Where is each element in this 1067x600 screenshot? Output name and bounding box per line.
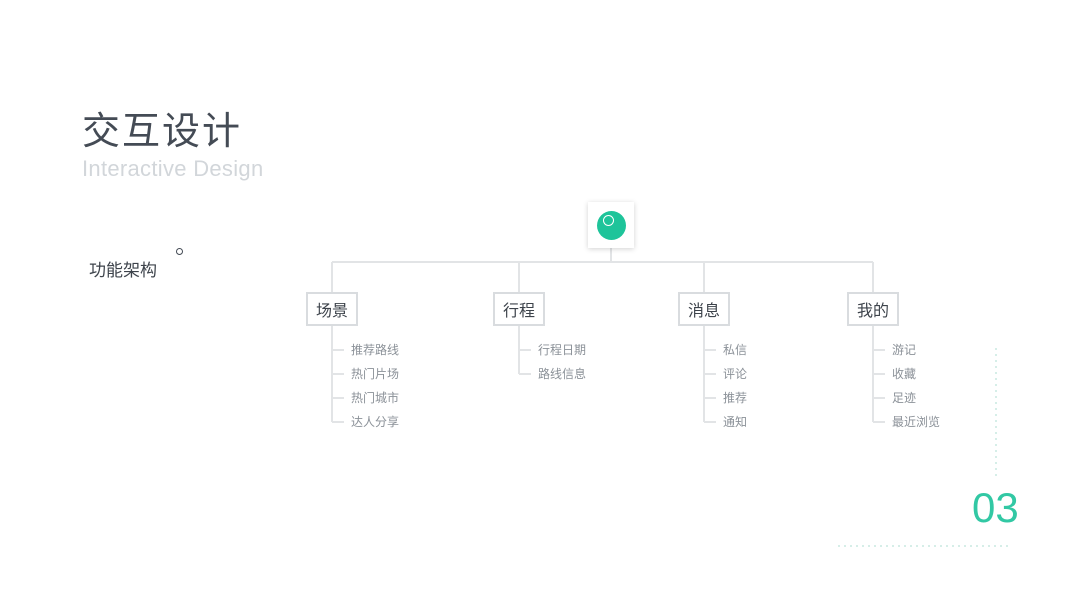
category-node: 行程 [493, 292, 545, 326]
leaf-item: 足迹 [892, 391, 917, 405]
app-logo-icon [597, 211, 626, 240]
tree-root-node [588, 202, 634, 248]
leaf-item: 推荐 [723, 391, 748, 405]
leaf-item: 热门片场 [351, 367, 400, 381]
leaf-item: 收藏 [892, 367, 917, 381]
leaf-item: 最近浏览 [892, 415, 941, 429]
category-node: 场景 [306, 292, 358, 326]
leaf-item: 评论 [723, 367, 748, 381]
leaf-item: 通知 [723, 415, 748, 429]
leaf-item: 路线信息 [538, 367, 587, 381]
page-number: 03 [972, 484, 1019, 531]
category-node: 消息 [678, 292, 730, 326]
leaf-item: 游记 [892, 343, 917, 357]
leaf-item: 行程日期 [538, 343, 587, 357]
category-node: 我的 [847, 292, 899, 326]
leaf-item: 热门城市 [351, 391, 400, 405]
leaf-item: 达人分享 [351, 415, 400, 429]
leaf-item: 推荐路线 [351, 343, 400, 357]
leaf-item: 私信 [723, 343, 748, 357]
